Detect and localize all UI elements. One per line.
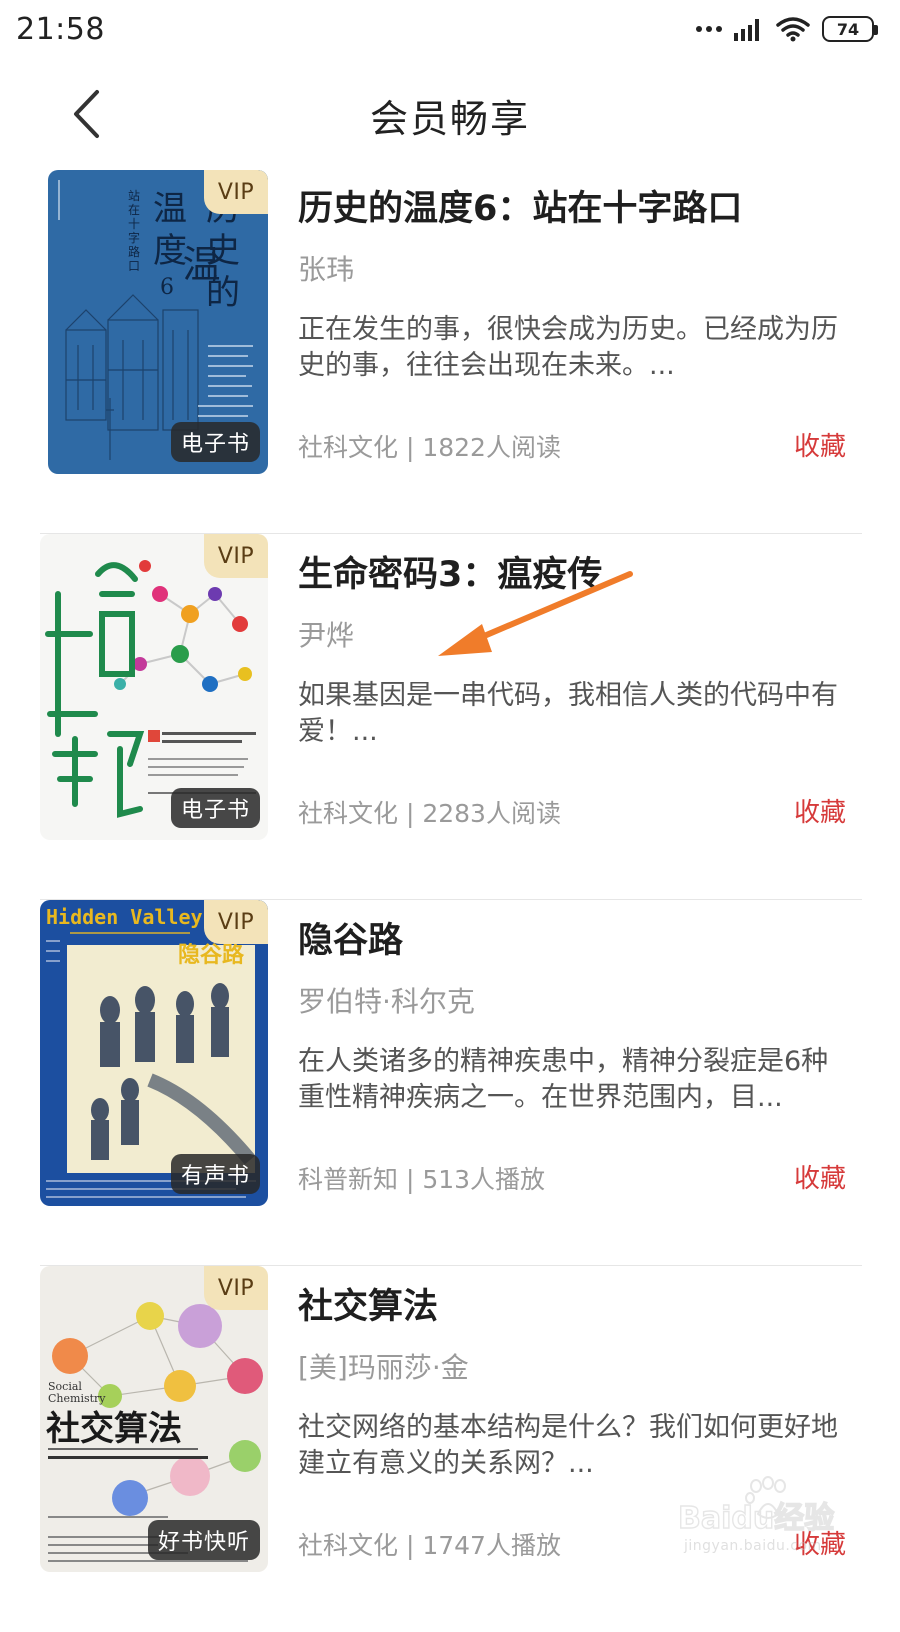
vip-badge: VIP bbox=[204, 900, 268, 944]
list-item[interactable]: VIP 电子书 生命密码3：瘟疫传 尹烨 如果基因是一串代码，我相信人类的代码中… bbox=[40, 534, 862, 900]
book-author: 罗伯特·科尔克 bbox=[298, 985, 475, 1018]
type-badge: 有声书 bbox=[170, 1154, 260, 1194]
type-badge: 电子书 bbox=[170, 788, 260, 828]
status-time: 21:58 bbox=[16, 12, 105, 47]
book-author: [美]玛丽莎·金 bbox=[298, 1351, 469, 1384]
status-icons: 74 bbox=[696, 16, 878, 42]
list-item[interactable]: 温 温 度 6 历 史 的 站在十字路口 VIP 电子书 历史的温度6：站在十字… bbox=[40, 168, 862, 534]
book-description: 正在发生的事，很快会成为历史。已经成为历史的事，往往会出现在未来。... bbox=[298, 314, 838, 381]
book-cover[interactable]: VIP 电子书 bbox=[40, 534, 268, 840]
book-cover[interactable]: 温 温 度 6 历 史 的 站在十字路口 VIP 电子书 bbox=[48, 170, 268, 474]
vip-badge: VIP bbox=[204, 1266, 268, 1310]
status-bar: 21:58 74 bbox=[0, 0, 900, 64]
battery-icon: 74 bbox=[822, 16, 878, 42]
cover-title-zh: 隐谷路 bbox=[178, 942, 245, 968]
book-meta: 社科文化 | 1822人阅读 bbox=[298, 433, 561, 462]
book-title: 隐谷路 bbox=[298, 921, 404, 961]
cover-title-en: Hidden Valley bbox=[46, 905, 203, 929]
header: 会员畅享 bbox=[0, 64, 900, 160]
book-cover[interactable]: Social Chemistry 社交算法 VIP 好书快听 bbox=[40, 1266, 268, 1572]
vip-badge: VIP bbox=[204, 534, 268, 578]
collect-button[interactable]: 收藏 bbox=[794, 1158, 846, 1195]
list-item[interactable]: Social Chemistry 社交算法 VIP 好书快听 社交算法 [美]玛… bbox=[40, 1266, 862, 1632]
book-description: 社交网络的基本结构是什么？我们如何更好地建立有意义的关系网？... bbox=[298, 1412, 838, 1479]
page-title: 会员畅享 bbox=[369, 97, 530, 141]
collect-button[interactable]: 收藏 bbox=[794, 1524, 846, 1561]
type-badge: 电子书 bbox=[170, 422, 260, 462]
wifi-icon bbox=[776, 17, 810, 42]
cover-title-zh: 社交算法 bbox=[46, 1409, 182, 1449]
book-description: 在人类诸多的精神疾患中，精神分裂症是6种重性精神疾病之一。在世界范围内，目... bbox=[298, 1046, 829, 1113]
book-title: 社交算法 bbox=[298, 1287, 439, 1327]
more-dots-icon bbox=[696, 26, 722, 32]
book-list: 温 温 度 6 历 史 的 站在十字路口 VIP 电子书 历史的温度6：站在十字… bbox=[40, 168, 862, 1632]
book-description: 如果基因是一串代码，我相信人类的代码中有爱！... bbox=[298, 680, 838, 747]
book-author: 尹烨 bbox=[298, 619, 355, 652]
book-author: 张玮 bbox=[298, 253, 355, 286]
signal-icon bbox=[734, 19, 759, 41]
book-title: 生命密码3：瘟疫传 bbox=[298, 555, 603, 595]
vip-badge: VIP bbox=[204, 170, 268, 214]
svg-text:站在十字路口: 站在十字路口 bbox=[128, 189, 140, 273]
book-cover[interactable]: Hidden Valley 隐谷路 VIP 有声书 bbox=[40, 900, 268, 1206]
collect-button[interactable]: 收藏 bbox=[794, 792, 846, 829]
cover-title-en-2: Chemistry bbox=[48, 1392, 106, 1405]
list-item[interactable]: Hidden Valley 隐谷路 VIP 有声书 隐谷路 罗伯特·科尔克 在人… bbox=[40, 900, 862, 1266]
collect-button[interactable]: 收藏 bbox=[794, 426, 846, 463]
book-meta: 科普新知 | 513人播放 bbox=[298, 1165, 546, 1194]
type-badge: 好书快听 bbox=[147, 1520, 260, 1560]
book-meta: 社科文化 | 1747人播放 bbox=[298, 1531, 561, 1560]
book-meta: 社科文化 | 2283人阅读 bbox=[298, 799, 561, 828]
book-title: 历史的温度6：站在十字路口 bbox=[298, 189, 743, 229]
